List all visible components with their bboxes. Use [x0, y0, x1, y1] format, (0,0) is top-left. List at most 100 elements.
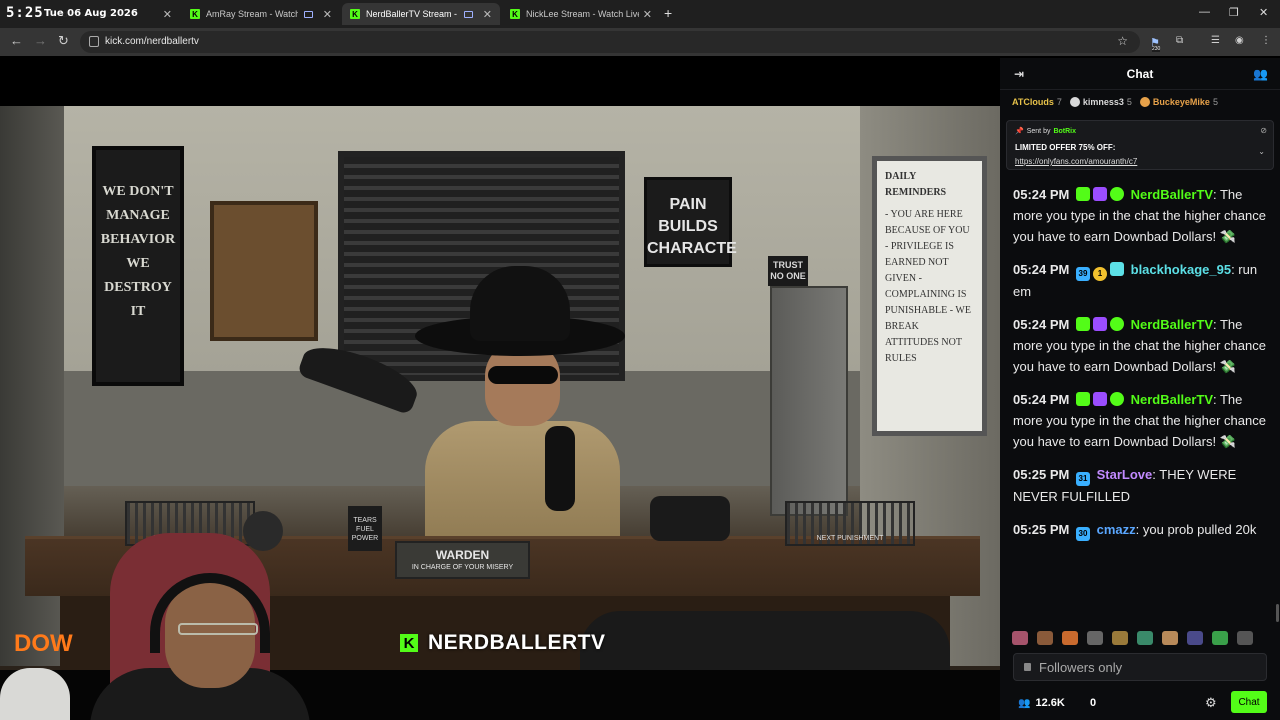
- message-username[interactable]: NerdBallerTV: [1131, 187, 1213, 202]
- verified-badge-icon: [1110, 317, 1124, 331]
- tab-nerdballertv[interactable]: K NerdBallerTV Stream - Watch Live ✕: [342, 3, 500, 25]
- date-overlay: Tue 06 Aug 2026: [44, 8, 138, 19]
- channel-points[interactable]: 0: [1090, 697, 1096, 709]
- gifter-item[interactable]: ATClouds 7: [1012, 97, 1062, 107]
- emote-icon[interactable]: [1137, 631, 1153, 645]
- extensions-icon[interactable]: ⧉: [1176, 35, 1183, 46]
- new-tab-icon[interactable]: +: [664, 5, 672, 21]
- overlay-channel-name: NERDBALLERTV: [428, 631, 606, 654]
- tab-title: AmRay Stream - Watch Live: [206, 9, 298, 19]
- maximize-icon[interactable]: ❐: [1229, 6, 1239, 19]
- extension-count: 230: [1152, 46, 1161, 52]
- lock-icon: [1024, 663, 1031, 671]
- reading-list-icon[interactable]: ☰: [1211, 35, 1220, 46]
- chevron-down-icon[interactable]: ⌄: [1258, 147, 1265, 156]
- collapse-chat-icon[interactable]: ⇥: [1014, 67, 1024, 81]
- message-time: 05:25 PM: [1013, 467, 1070, 482]
- streamer-figure: [415, 246, 625, 546]
- emote-icon[interactable]: [1112, 631, 1128, 645]
- desk-phone: [650, 496, 730, 541]
- subscriber-badge-icon: 31: [1076, 472, 1090, 486]
- gift-badge-icon: [1076, 392, 1090, 406]
- message-username[interactable]: blackhokage_95: [1131, 262, 1231, 277]
- tab-media-icon[interactable]: [463, 10, 473, 18]
- chat-title: Chat: [1126, 66, 1154, 81]
- emote-icon[interactable]: [1087, 631, 1103, 645]
- message-username[interactable]: cmazz: [1097, 522, 1136, 537]
- pinned-link[interactable]: https://onlyfans.com/amouranth/c7: [1015, 157, 1137, 166]
- emote-icon[interactable]: [1037, 631, 1053, 645]
- site-info-icon[interactable]: [89, 36, 99, 47]
- browser-menu-icon[interactable]: ⋮: [1261, 35, 1271, 46]
- emote-icon[interactable]: [1162, 631, 1178, 645]
- gift-badge-icon: [1076, 317, 1090, 331]
- reminders-lines: - YOU ARE HERE BECAUSE OF YOU - PRIVILEG…: [885, 209, 971, 364]
- message-username[interactable]: StarLove: [1097, 467, 1153, 482]
- tab-amray[interactable]: K AmRay Stream - Watch Live ✕: [182, 3, 340, 25]
- kick-favicon-icon: K: [350, 9, 360, 19]
- viewer-count-value: 12.6K: [1035, 697, 1065, 709]
- tab-close-icon[interactable]: ✕: [163, 8, 172, 21]
- tab-close-icon[interactable]: ✕: [323, 8, 332, 21]
- tab-close-icon[interactable]: ✕: [643, 8, 652, 21]
- channel-overlay: K NERDBALLERTV: [400, 631, 606, 655]
- pinned-offer-text: LIMITED OFFER 75% OFF:: [1015, 143, 1116, 152]
- tab-title: NerdBallerTV Stream - Watch Live: [366, 9, 458, 19]
- video-player[interactable]: WE DON'T MANAGE BEHAVIOR WE DESTROY IT P…: [0, 58, 1000, 720]
- mic-badge-icon: [1093, 317, 1107, 331]
- window-close-icon[interactable]: ✕: [1259, 6, 1268, 19]
- gifter-count: 5: [1212, 97, 1218, 107]
- forward-icon[interactable]: →: [34, 33, 47, 48]
- back-icon[interactable]: ←: [10, 33, 23, 48]
- emote-icon[interactable]: [1012, 631, 1028, 645]
- minimize-icon[interactable]: —: [1199, 6, 1210, 18]
- gift-badge-icon: [1076, 187, 1090, 201]
- message-username[interactable]: NerdBallerTV: [1131, 392, 1213, 407]
- chat-users-icon[interactable]: 👥: [1253, 67, 1268, 81]
- pinned-message[interactable]: 📌 Sent by BotRix LIMITED OFFER 75% OFF: …: [1006, 120, 1274, 170]
- webcam-background-object: [0, 668, 70, 720]
- tab-nicklee[interactable]: K NickLee Stream - Watch Live on Kick ✕: [502, 3, 660, 25]
- address-bar[interactable]: kick.com/nerdballertv ☆: [80, 31, 1140, 53]
- profile-icon[interactable]: ◉: [1235, 35, 1244, 46]
- bookmark-star-icon[interactable]: ☆: [1117, 34, 1128, 48]
- viewer-count: 👥 12.6K: [1018, 697, 1065, 709]
- send-chat-button[interactable]: Chat: [1231, 691, 1267, 713]
- message-username[interactable]: NerdBallerTV: [1131, 317, 1213, 332]
- unpin-icon[interactable]: ⊘: [1260, 126, 1267, 135]
- gifter-name: ATClouds: [1012, 97, 1054, 107]
- gifter-item[interactable]: kimness3 5: [1069, 97, 1132, 107]
- emote-icon[interactable]: [1212, 631, 1228, 645]
- emote-icon[interactable]: [1062, 631, 1078, 645]
- tab-media-icon[interactable]: [303, 10, 313, 18]
- tab-close-icon[interactable]: ✕: [483, 8, 492, 21]
- chat-scrollbar[interactable]: [1276, 604, 1279, 622]
- filing-cabinet: [770, 286, 848, 516]
- mic-badge-icon: [1093, 187, 1107, 201]
- kick-favicon-icon: K: [510, 9, 520, 19]
- chat-input[interactable]: Followers only: [1013, 653, 1267, 681]
- behavior-poster: WE DON'T MANAGE BEHAVIOR WE DESTROY IT: [92, 146, 184, 386]
- emote-icon[interactable]: [1237, 631, 1253, 645]
- chat-settings-gear-icon[interactable]: ⚙: [1205, 695, 1217, 711]
- chat-message: 05:25 PM 31 StarLove: THEY WERE NEVER FU…: [1013, 464, 1271, 507]
- gifter-name: BuckeyeMike: [1152, 97, 1210, 107]
- chat-messages: 05:24 PM NerdBallerTV: The more you type…: [1013, 184, 1271, 553]
- gifter-item[interactable]: BuckeyeMike 5: [1139, 97, 1218, 107]
- tab-title: NickLee Stream - Watch Live on Kick: [526, 9, 639, 19]
- microphone: [545, 426, 575, 511]
- message-time: 05:24 PM: [1013, 392, 1070, 407]
- reminders-title: DAILY REMINDERS: [885, 171, 947, 198]
- verified-badge-icon: [1110, 187, 1124, 201]
- reload-icon[interactable]: ↻: [58, 33, 69, 49]
- verified-badge-icon: [1110, 392, 1124, 406]
- chat-message: 05:24 PM NerdBallerTV: The more you type…: [1013, 184, 1271, 247]
- quick-emote-bar: [1012, 631, 1270, 649]
- extension-badge-icon[interactable]: ⚑: [1150, 36, 1164, 49]
- message-time: 05:24 PM: [1013, 262, 1070, 277]
- nameplate-subtitle: IN CHARGE OF YOUR MISERY: [411, 564, 514, 571]
- emote-icon[interactable]: [1187, 631, 1203, 645]
- chat-message: 05:24 PM 39 1 blackhokage_95: run em: [1013, 259, 1271, 302]
- office-chair: [580, 611, 950, 671]
- webcam-overlay: [0, 528, 330, 720]
